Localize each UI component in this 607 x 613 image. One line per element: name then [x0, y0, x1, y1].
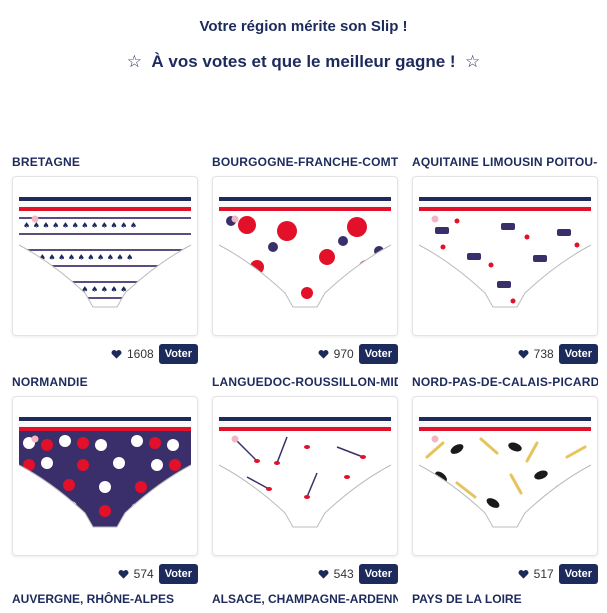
vote-button[interactable]: Voter	[358, 344, 398, 364]
region-name: NORD-PAS-DE-CALAIS-PICARDIE	[412, 375, 598, 389]
brief-normandie-image	[18, 417, 192, 528]
vote-button[interactable]: Voter	[558, 344, 598, 364]
product-card: NORMANDIE 574 Voter	[12, 374, 198, 584]
product-image[interactable]	[212, 396, 398, 556]
vote-row: 970 Voter	[318, 344, 398, 364]
heart-icon	[518, 569, 529, 579]
region-name: AQUITAINE LIMOUSIN POITOU-CHARENTES	[412, 155, 598, 169]
brief-bretagne-image: ♠ ♠ ♠ ♠ ♠ ♠ ♠ ♠ ♠ ♠ ♠ ♠ ♠ ♠ ♠ ♠ ♠ ♠ ♠ ♠ …	[18, 197, 192, 308]
product-card: BRETAGNE ♠ ♠ ♠ ♠ ♠ ♠ ♠ ♠ ♠ ♠ ♠ ♠ ♠ ♠ ♠ ♠…	[12, 154, 198, 364]
vote-row: 738 Voter	[518, 344, 598, 364]
product-image[interactable]	[412, 176, 598, 336]
star-icon: ☆	[465, 52, 481, 71]
page-title: Votre région mérite son Slip !	[199, 18, 408, 35]
vote-button[interactable]: Voter	[158, 564, 198, 584]
heart-icon	[518, 349, 529, 359]
subtitle-text: À vos votes et que le meilleur gagne !	[151, 52, 456, 71]
vote-row: 543 Voter	[318, 564, 398, 584]
region-name: LANGUEDOC-ROUSSILLON-MIDI-PYRÉNÉES	[212, 375, 398, 389]
vote-button[interactable]: Voter	[358, 564, 398, 584]
brief-aquitaine-image	[418, 197, 592, 308]
vote-count: 517	[533, 567, 554, 581]
product-image[interactable]	[212, 176, 398, 336]
svg-text:♠ ♠ ♠ ♠ ♠ ♠ ♠ ♠ ♠ ♠ ♠ ♠: ♠ ♠ ♠ ♠ ♠ ♠ ♠ ♠ ♠ ♠ ♠ ♠	[23, 221, 137, 230]
vote-count: 574	[133, 567, 154, 581]
product-card: BOURGOGNE-FRANCHE-COMTÉ 970 Voter	[212, 154, 398, 364]
vote-button[interactable]: Voter	[158, 344, 198, 364]
vote-count: 738	[533, 347, 554, 361]
region-name: ALSACE, CHAMPAGNE-ARDENNE, LORRAINE	[212, 592, 398, 606]
brief-languedoc-image	[218, 417, 392, 528]
product-grid: BRETAGNE ♠ ♠ ♠ ♠ ♠ ♠ ♠ ♠ ♠ ♠ ♠ ♠ ♠ ♠ ♠ ♠…	[12, 154, 607, 594]
vote-count: 970	[333, 347, 354, 361]
brief-bourgogne-image	[218, 197, 392, 308]
product-card: AQUITAINE LIMOUSIN POITOU-CHARENTES	[412, 154, 598, 364]
product-card: NORD-PAS-DE-CALAIS-PICARDIE 517 Voter	[412, 374, 598, 584]
region-name: BRETAGNE	[12, 155, 81, 169]
vote-button[interactable]: Voter	[558, 564, 598, 584]
heart-icon	[118, 569, 129, 579]
region-name: NORMANDIE	[12, 375, 88, 389]
brief-nord-image	[418, 417, 592, 528]
heart-icon	[318, 349, 329, 359]
page-subtitle: ☆ À vos votes et que le meilleur gagne !…	[0, 52, 607, 72]
product-image[interactable]	[412, 396, 598, 556]
vote-count: 1608	[126, 347, 154, 361]
product-row: BRETAGNE ♠ ♠ ♠ ♠ ♠ ♠ ♠ ♠ ♠ ♠ ♠ ♠ ♠ ♠ ♠ ♠…	[12, 154, 607, 374]
product-image[interactable]	[12, 396, 198, 556]
heart-icon	[111, 349, 122, 359]
vote-row: 517 Voter	[518, 564, 598, 584]
vote-count: 543	[333, 567, 354, 581]
region-name: AUVERGNE, RHÔNE-ALPES	[12, 592, 175, 606]
star-icon: ☆	[126, 52, 142, 71]
region-name: PAYS DE LA LOIRE	[412, 592, 522, 606]
vote-row: 574 Voter	[118, 564, 198, 584]
product-card: LANGUEDOC-ROUSSILLON-MIDI-PYRÉNÉES	[212, 374, 398, 584]
svg-text:♠ ♠ ♠ ♠ ♠ ♠ ♠ ♠ ♠ ♠ ♠ ♠: ♠ ♠ ♠ ♠ ♠ ♠ ♠ ♠ ♠ ♠ ♠ ♠	[23, 285, 137, 294]
product-image[interactable]: ♠ ♠ ♠ ♠ ♠ ♠ ♠ ♠ ♠ ♠ ♠ ♠ ♠ ♠ ♠ ♠ ♠ ♠ ♠ ♠ …	[12, 176, 198, 336]
vote-row: 1608 Voter	[111, 344, 198, 364]
heart-icon	[318, 569, 329, 579]
region-name: BOURGOGNE-FRANCHE-COMTÉ	[212, 155, 398, 169]
product-row: NORMANDIE 574 Voter LANGUEDOC-ROUSSILLON…	[12, 374, 607, 594]
